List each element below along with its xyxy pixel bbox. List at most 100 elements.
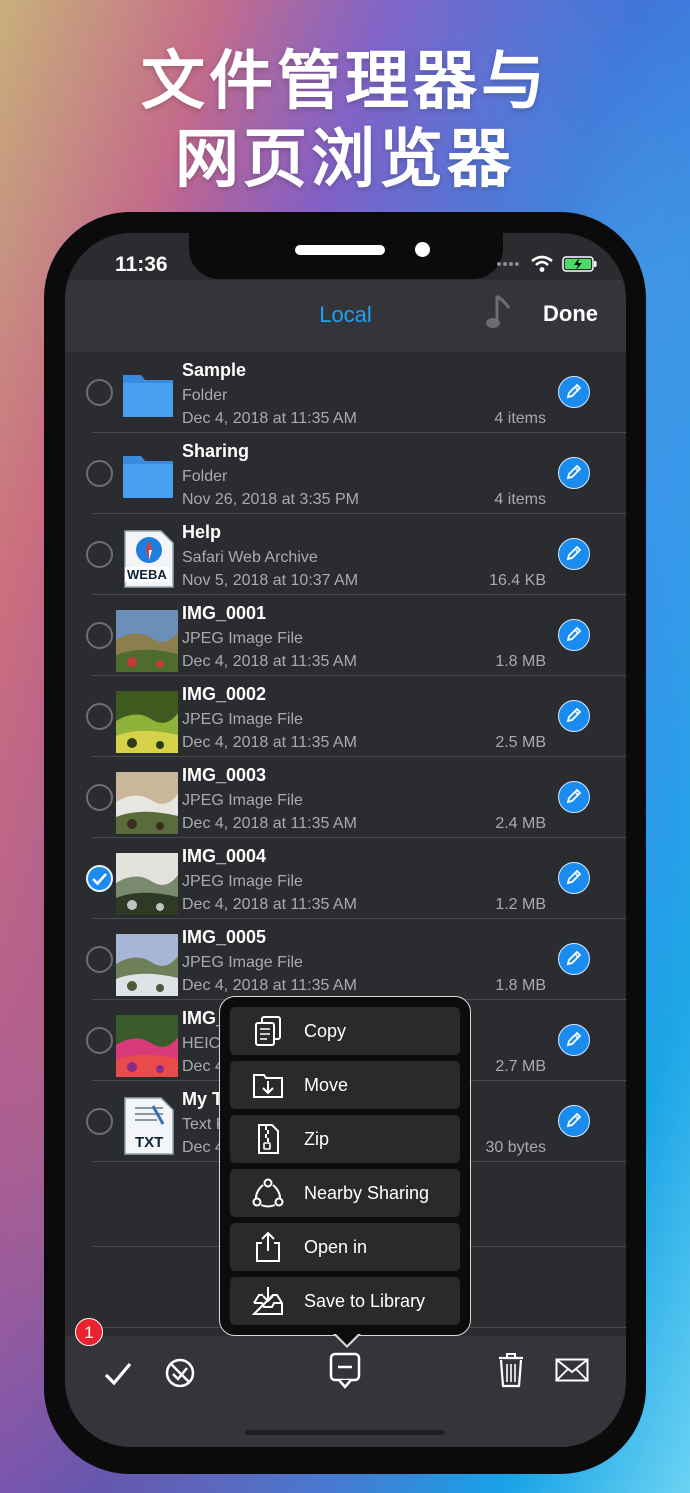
photo-thumbnail xyxy=(116,691,179,753)
popup-arrow-inner xyxy=(335,1333,359,1345)
menu-copy[interactable]: Copy xyxy=(230,1007,460,1055)
photo-thumbnail xyxy=(116,610,179,672)
menu-label-nearby-sharing: Nearby Sharing xyxy=(304,1183,430,1203)
checkbox[interactable] xyxy=(86,622,113,649)
file-size: 1.8 MB xyxy=(495,653,546,670)
mail-icon[interactable] xyxy=(555,1358,589,1382)
checkbox[interactable] xyxy=(86,460,113,487)
edit-button[interactable] xyxy=(558,538,590,570)
pencil-icon xyxy=(566,1031,582,1047)
nav-title: Local xyxy=(319,302,372,327)
file-kind: Folder xyxy=(182,468,228,485)
file-row[interactable]: Sharing Folder Nov 26, 2018 at 3:35 PM 4 it… xyxy=(65,433,626,514)
menu-move[interactable]: Move xyxy=(230,1061,460,1109)
file-name: IMG_0003 xyxy=(182,765,267,785)
file-date: Dec 4, 2018 at 11:35 AM xyxy=(182,977,357,994)
wifi-icon xyxy=(531,255,553,272)
edit-button[interactable] xyxy=(558,781,590,813)
move-icon xyxy=(253,1074,283,1098)
photo-thumbnail xyxy=(116,853,179,915)
file-name: My T xyxy=(182,1089,224,1109)
checkbox[interactable] xyxy=(86,379,113,406)
selection-count-badge: 1 xyxy=(75,1318,103,1346)
pencil-icon xyxy=(566,707,582,723)
file-kind: JPEG Image File xyxy=(182,792,303,809)
pencil-icon xyxy=(566,545,582,561)
notch xyxy=(189,233,503,279)
file-kind: JPEG Image File xyxy=(182,711,303,728)
file-row[interactable]: IMG_0003 JPEG Image File Dec 4, 2018 at 11… xyxy=(65,757,626,838)
pencil-icon xyxy=(566,869,582,885)
action-menu-icon[interactable] xyxy=(329,1352,361,1390)
checkbox[interactable] xyxy=(86,1027,113,1054)
edit-button[interactable] xyxy=(558,862,590,894)
status-icons xyxy=(496,255,598,273)
camera xyxy=(415,242,430,257)
file-kind: Safari Web Archive xyxy=(182,549,318,566)
file-row[interactable]: IMG_0002 JPEG Image File Dec 4, 2018 at 11… xyxy=(65,676,626,757)
edit-button[interactable] xyxy=(558,943,590,975)
trash-icon[interactable] xyxy=(497,1352,525,1388)
done-button[interactable]: Done xyxy=(543,301,598,327)
edit-button[interactable] xyxy=(558,1024,590,1056)
checkbox[interactable] xyxy=(86,1108,113,1135)
pencil-icon xyxy=(566,383,582,399)
navigation-bar: Local Done xyxy=(65,280,626,352)
checkbox-checked[interactable] xyxy=(86,865,113,892)
status-time: 11:36 xyxy=(115,253,168,276)
deselect-icon[interactable] xyxy=(163,1356,197,1390)
file-row[interactable]: WEBA Help Safari Web Archive Nov 5, 2018 at… xyxy=(65,514,626,595)
menu-save-to-library[interactable]: Save to Library xyxy=(230,1277,460,1325)
zip-icon xyxy=(258,1124,279,1154)
file-size: 1.2 MB xyxy=(495,896,546,913)
edit-button[interactable] xyxy=(558,619,590,651)
checkmark-icon xyxy=(92,873,107,886)
file-kind: JPEG Image File xyxy=(182,954,303,971)
menu-nearby-sharing[interactable]: Nearby Sharing xyxy=(230,1169,460,1217)
edit-button[interactable] xyxy=(558,700,590,732)
headline-line-2: 网页浏览器 xyxy=(175,123,515,197)
thumb-label: TXT xyxy=(135,1134,164,1151)
file-kind: JPEG Image File xyxy=(182,630,303,647)
menu-open-in[interactable]: Open in xyxy=(230,1223,460,1271)
file-row[interactable]: Sample Folder Dec 4, 2018 at 11:35 AM 4 ite… xyxy=(65,352,626,433)
menu-label-open-in: Open in xyxy=(304,1237,368,1257)
home-indicator xyxy=(245,1430,445,1435)
checkbox[interactable] xyxy=(86,703,113,730)
menu-zip[interactable]: Zip xyxy=(230,1115,460,1163)
nearby-sharing-icon xyxy=(252,1178,284,1208)
file-name: Help xyxy=(182,522,222,542)
thumb-label: WEBA xyxy=(125,567,169,582)
file-row[interactable]: IMG_0004 JPEG Image File Dec 4, 2018 at 11… xyxy=(65,838,626,919)
checkbox[interactable] xyxy=(86,784,113,811)
select-all-icon[interactable] xyxy=(103,1360,133,1388)
edit-button[interactable] xyxy=(558,376,590,408)
pencil-icon xyxy=(566,950,582,966)
checkbox[interactable] xyxy=(86,946,113,973)
file-name: IMG_0004 xyxy=(182,846,267,866)
folder-icon xyxy=(117,448,179,510)
folder-icon xyxy=(117,367,179,429)
file-row[interactable]: IMG_0005 JPEG Image File Dec 4, 2018 at 11… xyxy=(65,919,626,1000)
file-date: Dec 4, 2018 at 11:35 AM xyxy=(182,734,357,751)
battery-icon xyxy=(562,256,597,272)
file-date: Dec 4, 2018 at 11:35 AM xyxy=(182,815,357,832)
file-date: Dec 4, 2018 at 11:35 AM xyxy=(182,653,357,670)
file-size: 4 items xyxy=(494,491,546,508)
checkbox[interactable] xyxy=(86,541,113,568)
file-date: Dec 4, 2018 at 11:35 AM xyxy=(182,896,357,913)
file-size: 30 bytes xyxy=(485,1139,546,1156)
file-name: IMG_0001 xyxy=(182,603,267,623)
photo-thumbnail xyxy=(116,772,179,834)
menu-label-copy: Copy xyxy=(304,1021,347,1041)
edit-button[interactable] xyxy=(558,1105,590,1137)
music-note-icon[interactable] xyxy=(485,292,513,332)
edit-button[interactable] xyxy=(558,457,590,489)
file-size: 2.7 MB xyxy=(495,1058,546,1075)
file-size: 16.4 KB xyxy=(489,572,546,589)
file-row[interactable]: IMG_0001 JPEG Image File Dec 4, 2018 at 11… xyxy=(65,595,626,676)
speaker xyxy=(295,245,385,255)
copy-icon xyxy=(255,1016,281,1046)
menu-label-save-to-library: Save to Library xyxy=(304,1291,426,1311)
save-to-library-icon xyxy=(252,1287,283,1315)
